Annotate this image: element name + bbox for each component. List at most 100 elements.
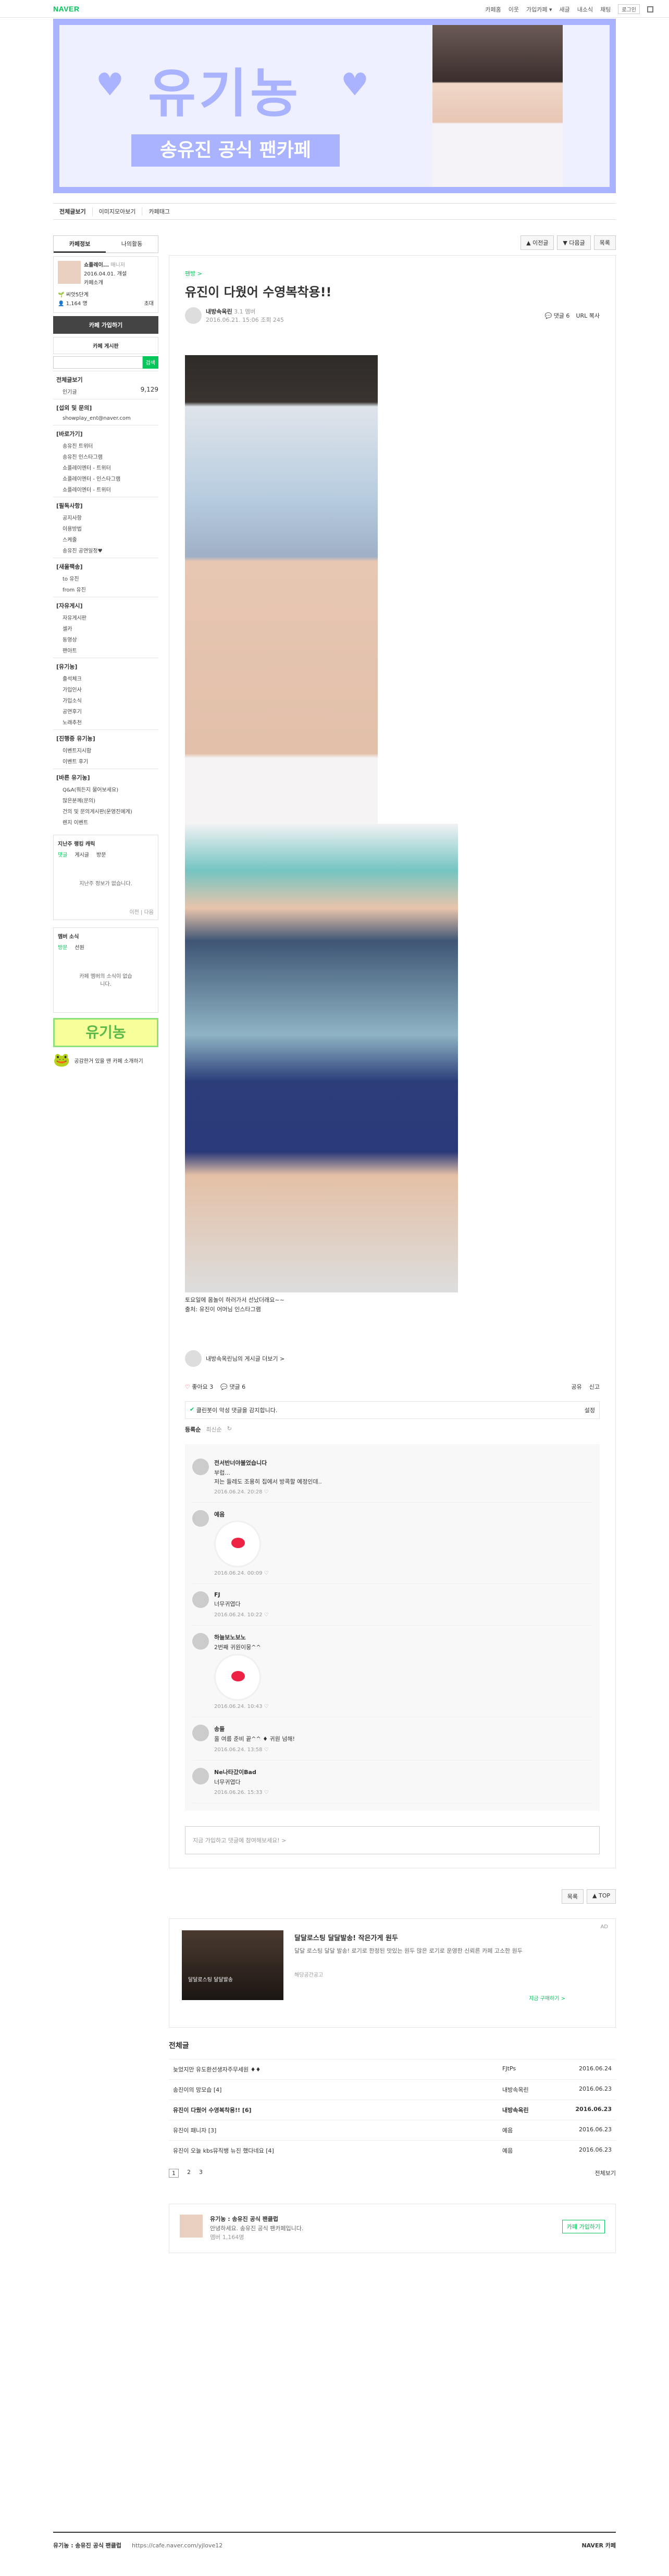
nav-cafe-home[interactable]: 카페홈 xyxy=(485,5,501,14)
table-row[interactable]: 유진이 오늘 kbs뮤직뱅 뉴진 했다네요 [4] 예음 2016.06.23 xyxy=(169,2140,616,2160)
menu-item[interactable]: 이벤트지시함 xyxy=(53,745,158,756)
nav-joined[interactable]: 가입카페 ▾ xyxy=(526,5,552,14)
menu-item[interactable]: 스케줄 xyxy=(53,534,158,545)
commenter-name[interactable]: 전서반너야불었습니다 xyxy=(214,1459,322,1467)
post-image-1[interactable] xyxy=(185,355,378,824)
prev-post-button[interactable]: ▲ 이전글 xyxy=(521,235,554,250)
nav-all-posts[interactable]: 전체글보기 xyxy=(53,207,93,216)
menu-item[interactable]: 이용방법 xyxy=(53,523,158,534)
table-row[interactable]: 유진이 패니자 [3] 예음 2016.06.23 xyxy=(169,2120,616,2140)
commenter-name[interactable]: 하늘보노보노 xyxy=(214,1633,269,1641)
row-writer[interactable]: 내방속옥린 xyxy=(502,2085,575,2094)
tab-my-activity[interactable]: 나의활동 xyxy=(106,236,158,253)
menu-head[interactable]: 전체글보기 xyxy=(53,371,158,386)
ad-title[interactable]: 달달로스팅 달달발송! 작은가게 원두 xyxy=(294,1932,565,1942)
ranking-tab-comments[interactable]: 댓글 xyxy=(58,850,67,858)
cafe-avatar[interactable] xyxy=(180,2215,203,2238)
top-button[interactable]: ▲ TOP xyxy=(587,1889,616,1904)
commenter-avatar[interactable] xyxy=(192,1632,209,1650)
commenter-name[interactable]: FJ xyxy=(214,1591,269,1598)
cafe-banner[interactable]: ♥ ♥ 유기농 송유진 공식 팬카페 xyxy=(53,19,616,193)
commenter-name[interactable]: 송들 xyxy=(214,1725,295,1733)
sort-registered[interactable]: 등록순 xyxy=(185,1425,201,1434)
commenter-avatar[interactable] xyxy=(192,1767,209,1785)
row-writer[interactable]: 예음 xyxy=(502,2126,575,2134)
more-posts-link[interactable]: 내방속옥린님의 게시글 더보기 > xyxy=(206,1354,284,1363)
nav-tags[interactable]: 카페태그 xyxy=(142,207,176,216)
commenter-avatar[interactable] xyxy=(192,1725,209,1742)
menu-item[interactable]: 공연후기 xyxy=(53,706,158,717)
menu-item[interactable]: 쇼플레이엔터 - 인스타그램 xyxy=(53,473,158,484)
heart-icon[interactable]: ♡ xyxy=(264,1704,269,1710)
menu-item[interactable]: from 유진 xyxy=(53,584,158,595)
table-row[interactable]: 송진이의 망모습 [4] 내방속옥린 2016.06.23 xyxy=(169,2079,616,2100)
author-avatar[interactable] xyxy=(185,307,202,324)
ranking-tab-visits[interactable]: 방문 xyxy=(96,850,106,858)
commenter-name[interactable]: 예음 xyxy=(214,1510,269,1518)
login-button[interactable]: 로그인 xyxy=(618,4,640,14)
menu-item[interactable]: 가입소식 xyxy=(53,695,158,706)
page-3[interactable]: 3 xyxy=(199,2169,203,2178)
cafe-logo[interactable]: 유기농 xyxy=(53,1018,158,1047)
row-writer[interactable]: 내방속옥린 xyxy=(502,2106,575,2114)
nav-chat[interactable]: 채팅 xyxy=(600,5,611,14)
post-category[interactable]: 팬방 > xyxy=(185,269,600,278)
ad-image[interactable]: 달달로스팅 달달발송 xyxy=(182,1930,283,2001)
tab-cafe-info[interactable]: 카페정보 xyxy=(54,236,106,253)
menu-head[interactable]: [섭외 및 문의] xyxy=(53,399,158,414)
comment-count[interactable]: 댓글 6 xyxy=(229,1384,245,1390)
heart-icon[interactable]: ♡ xyxy=(264,1489,269,1495)
ranking-prev[interactable]: 이전 xyxy=(129,910,139,915)
menu-item[interactable]: 동영상 xyxy=(53,634,158,645)
menu-item[interactable]: 자유게시판 xyxy=(53,612,158,623)
grid-icon[interactable] xyxy=(647,6,653,12)
comment-input[interactable]: 지금 가입하고 댓글에 참여해보세요! > xyxy=(185,1826,600,1855)
footer-cafe-name[interactable]: 유기농 : 송유진 공식 팬클럽 xyxy=(53,2541,121,2549)
news-tab-other[interactable]: 선원 xyxy=(75,943,84,951)
row-writer[interactable]: 예음 xyxy=(502,2146,575,2155)
commenter-avatar[interactable] xyxy=(192,1459,209,1476)
menu-item[interactable]: 가입인사 xyxy=(53,684,158,695)
menu-item[interactable]: 쇼플레이엔터 - 트위터 xyxy=(53,462,158,473)
search-button[interactable]: 검색 xyxy=(142,356,158,369)
author-name[interactable]: 내방속옥린 xyxy=(206,308,232,315)
menu-head[interactable]: [바로가기] xyxy=(53,425,158,440)
menu-item[interactable]: 많은분께(문의) xyxy=(53,795,158,806)
menu-item[interactable]: 공지사항 xyxy=(53,512,158,523)
row-title[interactable]: 송진이의 망모습 [4] xyxy=(173,2085,502,2094)
commenter-avatar[interactable] xyxy=(192,1591,209,1609)
page-1[interactable]: 1 xyxy=(169,2169,179,2178)
menu-item[interactable]: 팬아트 xyxy=(53,645,158,656)
row-title[interactable]: 유진이 패니자 [3] xyxy=(173,2126,502,2134)
cleanbot-settings[interactable]: 설정 xyxy=(585,1406,595,1414)
heart-icon[interactable]: ♡ xyxy=(264,1612,269,1618)
menu-item[interactable]: 쇼플레이엔터 - 트위터 xyxy=(53,484,158,495)
cafe-name[interactable]: 유기농 : 송유진 공식 팬클럽 xyxy=(210,2216,278,2222)
heart-icon[interactable]: ♡ xyxy=(264,1570,269,1576)
menu-head[interactable]: [필독사항] xyxy=(53,497,158,512)
menu-head[interactable]: [자유게시] xyxy=(53,597,158,612)
refresh-icon[interactable]: ↻ xyxy=(227,1425,232,1434)
member-count[interactable]: 1,164 명 xyxy=(66,301,88,307)
menu-head[interactable]: [유기농] xyxy=(53,658,158,673)
sort-latest[interactable]: 최신순 xyxy=(206,1425,221,1434)
ad-link[interactable]: 지금 구매하기 > xyxy=(529,1994,565,2002)
url-copy[interactable]: URL 복사 xyxy=(576,311,600,320)
menu-item[interactable]: to 유진 xyxy=(53,573,158,584)
row-title[interactable]: 유진이 다웠어 수영복착용!! [6] xyxy=(173,2106,502,2114)
ad-box[interactable]: AD 달달로스팅 달달발송 달달로스팅 달달발송! 작은가게 원두 달달 로스팅… xyxy=(169,1918,616,2028)
table-row[interactable]: 유진이 다웠어 수영복착용!! [6] 내방속옥린 2016.06.23 xyxy=(169,2100,616,2120)
like-button[interactable]: 좋아요 3 xyxy=(192,1384,213,1390)
naver-logo[interactable]: NAVER xyxy=(53,5,79,13)
join-cafe-button[interactable]: 카페 가입하기 xyxy=(53,316,158,334)
page-2[interactable]: 2 xyxy=(187,2169,191,2178)
nav-images[interactable]: 이미지모아보기 xyxy=(93,207,143,216)
cafe-join-button[interactable]: 카페 가입하기 xyxy=(562,2220,605,2234)
menu-item[interactable]: 송유진 트위터 xyxy=(53,440,158,451)
footer-url[interactable]: https://cafe.naver.com/yjlove12 xyxy=(132,2542,222,2549)
menu-item[interactable]: 이벤트 후기 xyxy=(53,756,158,766)
nav-new[interactable]: 새글 xyxy=(560,5,570,14)
nav-neighbor[interactable]: 이웃 xyxy=(509,5,519,14)
commenter-avatar[interactable] xyxy=(192,1510,209,1527)
search-input[interactable] xyxy=(53,356,143,369)
